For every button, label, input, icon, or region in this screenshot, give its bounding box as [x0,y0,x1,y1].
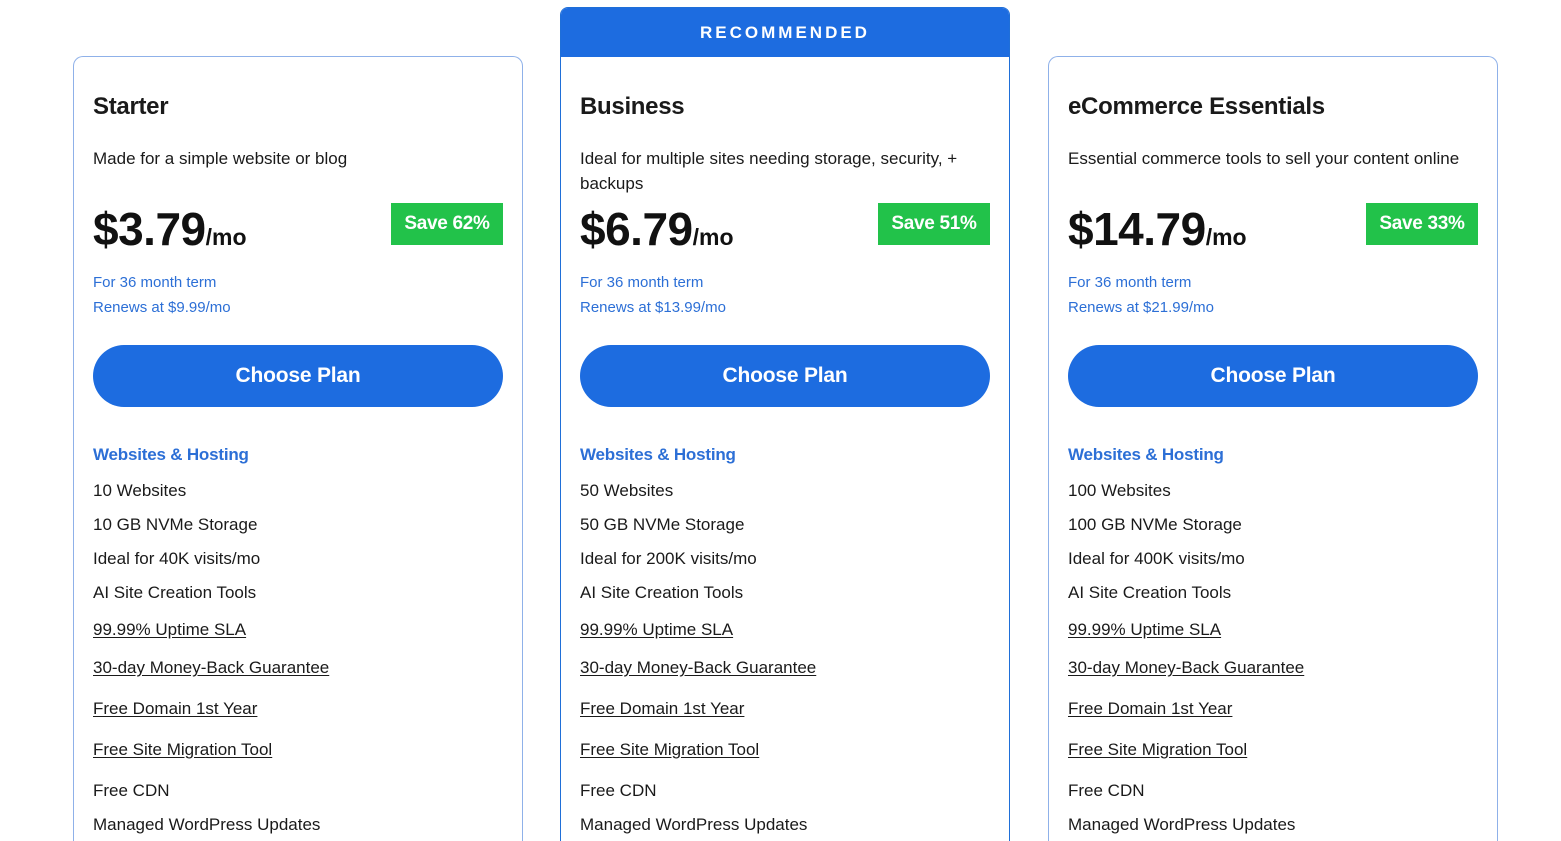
plan-card-content: Business Ideal for multiple sites needin… [580,91,990,841]
plan-card-ecommerce-essentials: eCommerce Essentials Essential commerce … [1048,56,1498,841]
plan-price: $3.79/mo [93,202,247,256]
save-badge: Save 51% [878,203,990,245]
plan-name: eCommerce Essentials [1068,93,1325,120]
pricing-page: Starter Made for a simple website or blo… [0,0,1561,841]
feature-list: 50 Websites 50 GB NVMe Storage Ideal for… [580,481,990,841]
feature-migration: Free Site Migration Tool [580,740,990,781]
plan-price: $14.79/mo [1068,202,1247,256]
feature-wp-updates: Managed WordPress Updates [1068,815,1296,834]
feature-money-back-link[interactable]: 30-day Money-Back Guarantee [93,658,329,677]
recommended-banner: RECOMMENDED [561,8,1009,57]
term-length: For 36 month term [1068,274,1192,291]
features-section-title: Websites & Hosting [1068,445,1224,464]
feature-uptime: 99.99% Uptime SLA [1068,617,1478,658]
feature-uptime-link[interactable]: 99.99% Uptime SLA [1068,620,1221,639]
feature-uptime-link[interactable]: 99.99% Uptime SLA [93,620,246,639]
feature-wp-updates: Managed WordPress Updates [93,815,321,834]
price-amount: $6.79 [580,203,693,255]
term-info: For 36 month term Renews at $13.99/mo [580,270,990,320]
feature-storage: 50 GB NVMe Storage [580,515,745,534]
feature-domain-link[interactable]: Free Domain 1st Year [1068,699,1232,718]
plan-card-starter: Starter Made for a simple website or blo… [73,56,523,841]
feature-domain: Free Domain 1st Year [1068,699,1478,740]
feature-ai-tools: AI Site Creation Tools [580,583,744,602]
plan-card-business: RECOMMENDED Business Ideal for multiple … [560,7,1010,841]
feature-visits: Ideal for 200K visits/mo [580,549,757,568]
plan-card-content: Starter Made for a simple website or blo… [93,91,503,841]
feature-money-back-link[interactable]: 30-day Money-Back Guarantee [1068,658,1304,677]
feature-visits: Ideal for 400K visits/mo [1068,549,1245,568]
price-period: /mo [692,224,734,250]
feature-money-back: 30-day Money-Back Guarantee [1068,658,1478,699]
feature-list: 100 Websites 100 GB NVMe Storage Ideal f… [1068,481,1478,841]
feature-domain-link[interactable]: Free Domain 1st Year [93,699,257,718]
feature-cdn: Free CDN [93,781,170,800]
feature-domain: Free Domain 1st Year [93,699,503,740]
plan-name: Starter [93,93,169,120]
feature-uptime-link[interactable]: 99.99% Uptime SLA [580,620,733,639]
feature-migration-link[interactable]: Free Site Migration Tool [580,740,759,759]
features-section-title: Websites & Hosting [580,445,736,464]
feature-list: 10 Websites 10 GB NVMe Storage Ideal for… [93,481,503,841]
feature-storage: 10 GB NVMe Storage [93,515,258,534]
price-period: /mo [205,224,247,250]
feature-websites: 50 Websites [580,481,674,500]
price-row: $6.79/mo Save 51% [580,202,990,262]
feature-money-back-link[interactable]: 30-day Money-Back Guarantee [580,658,816,677]
renewal-price: Renews at $13.99/mo [580,299,726,316]
feature-migration-link[interactable]: Free Site Migration Tool [1068,740,1247,759]
price-amount: $3.79 [93,203,206,255]
renewal-price: Renews at $21.99/mo [1068,299,1214,316]
feature-migration: Free Site Migration Tool [93,740,503,781]
feature-domain-link[interactable]: Free Domain 1st Year [580,699,744,718]
feature-websites: 10 Websites [93,481,187,500]
feature-domain: Free Domain 1st Year [580,699,990,740]
feature-storage: 100 GB NVMe Storage [1068,515,1242,534]
plan-card-content: eCommerce Essentials Essential commerce … [1068,91,1478,841]
price-row: $14.79/mo Save 33% [1068,202,1478,262]
price-row: $3.79/mo Save 62% [93,202,503,262]
feature-migration-link[interactable]: Free Site Migration Tool [93,740,272,759]
feature-cdn: Free CDN [580,781,657,800]
price-period: /mo [1205,224,1247,250]
plan-name: Business [580,93,685,120]
feature-cdn: Free CDN [1068,781,1145,800]
feature-migration: Free Site Migration Tool [1068,740,1478,781]
plan-description: Made for a simple website or blog [93,149,348,168]
save-badge: Save 33% [1366,203,1478,245]
feature-money-back: 30-day Money-Back Guarantee [93,658,503,699]
feature-visits: Ideal for 40K visits/mo [93,549,261,568]
features-section-title: Websites & Hosting [93,445,249,464]
feature-websites: 100 Websites [1068,481,1171,500]
term-info: For 36 month term Renews at $21.99/mo [1068,270,1478,320]
choose-plan-button[interactable]: Choose Plan [1068,345,1478,407]
feature-ai-tools: AI Site Creation Tools [1068,583,1232,602]
plan-description: Essential commerce tools to sell your co… [1068,149,1460,168]
feature-wp-updates: Managed WordPress Updates [580,815,808,834]
choose-plan-button[interactable]: Choose Plan [93,345,503,407]
choose-plan-button[interactable]: Choose Plan [580,345,990,407]
term-info: For 36 month term Renews at $9.99/mo [93,270,503,320]
term-length: For 36 month term [93,274,217,291]
renewal-price: Renews at $9.99/mo [93,299,231,316]
feature-money-back: 30-day Money-Back Guarantee [580,658,990,699]
term-length: For 36 month term [580,274,704,291]
save-badge: Save 62% [391,203,503,245]
plan-price: $6.79/mo [580,202,734,256]
feature-ai-tools: AI Site Creation Tools [93,583,257,602]
feature-uptime: 99.99% Uptime SLA [93,617,503,658]
price-amount: $14.79 [1068,203,1206,255]
plan-description: Ideal for multiple sites needing storage… [580,149,958,193]
feature-uptime: 99.99% Uptime SLA [580,617,990,658]
